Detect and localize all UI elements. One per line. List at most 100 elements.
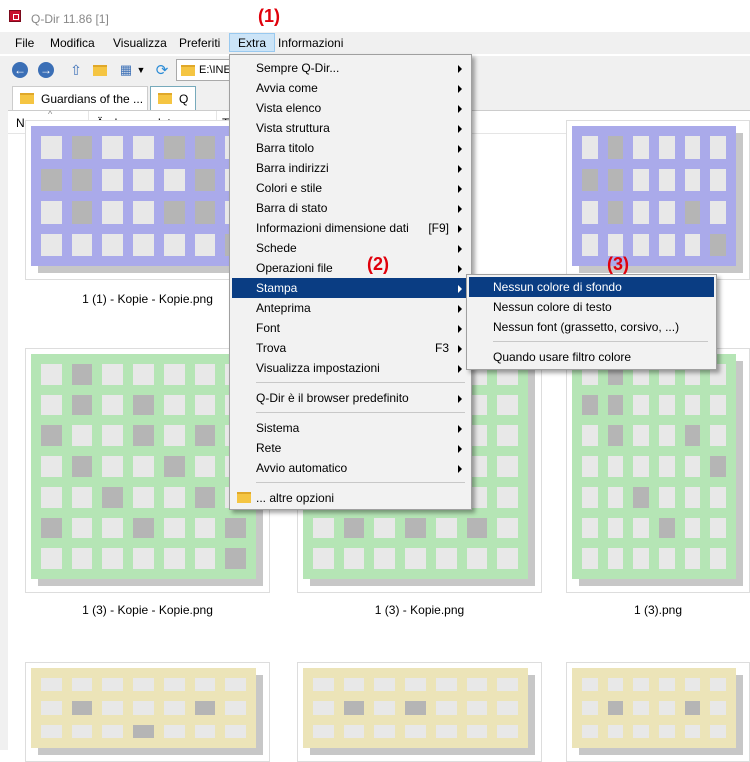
view-dropdown-button[interactable]: ▼: [134, 60, 148, 80]
file-tile[interactable]: [297, 662, 542, 762]
thumbnail-cell: [684, 724, 701, 738]
forward-button[interactable]: →: [36, 60, 56, 80]
thumbnail-cell: [710, 701, 726, 715]
menu-item-schede[interactable]: Schede: [232, 238, 469, 258]
thumbnail-cell: [163, 486, 185, 508]
thumbnail-image: [572, 354, 736, 579]
menu-item-operazioni-file[interactable]: Operazioni file: [232, 258, 469, 278]
thumbnail-cell: [374, 701, 396, 715]
menu-item-barra-titolo[interactable]: Barra titolo: [232, 138, 469, 158]
menu-item-barra-indirizzi[interactable]: Barra indirizzi: [232, 158, 469, 178]
submenu-arrow-icon: [458, 225, 462, 233]
menu-file[interactable]: File: [15, 36, 34, 50]
thumbnail-cell: [194, 548, 216, 569]
file-tile[interactable]: [566, 662, 750, 762]
menu-item-barra-di-stato[interactable]: Barra di stato: [232, 198, 469, 218]
thumbnail-cell: [194, 201, 216, 224]
thumbnail-cell: [194, 168, 216, 191]
submenu-item-quando-usare-filtro-colore[interactable]: Quando usare filtro colore: [469, 347, 714, 367]
menu-item-vista-struttura[interactable]: Vista struttura: [232, 118, 469, 138]
thumbnail-cell: [194, 486, 216, 508]
thumbnail-cell: [582, 548, 598, 569]
extra-dropdown-menu: Sempre Q-Dir... Avvia come Vista elenco Vis…: [229, 54, 472, 510]
submenu-arrow-icon: [458, 105, 462, 113]
menu-item-sistema[interactable]: Sistema: [232, 418, 469, 438]
menu-item-label: Nessun colore di testo: [493, 300, 612, 314]
menu-item-rete[interactable]: Rete: [232, 438, 469, 458]
address-bar[interactable]: E:\INE: [176, 59, 236, 81]
submenu-arrow-icon: [458, 205, 462, 213]
thumbnail-cell: [607, 548, 624, 569]
menu-item-vista-elenco[interactable]: Vista elenco: [232, 98, 469, 118]
thumbnail-cell: [582, 394, 598, 416]
menu-item-colori-e-stile[interactable]: Colori e stile: [232, 178, 469, 198]
menu-item-avvia-come[interactable]: Avvia come: [232, 78, 469, 98]
submenu-item-nessun-colore-di-sfondo[interactable]: Nessun colore di sfondo: [469, 277, 714, 297]
file-tile[interactable]: [25, 662, 270, 762]
file-tile[interactable]: [566, 120, 750, 280]
thumbnail-cell: [684, 701, 701, 715]
submenu-item-nessun-font-grassetto-corsivo[interactable]: Nessun font (grassetto, corsivo, ...): [469, 317, 714, 337]
menu-item-q-dir-il-browser-predefinito[interactable]: Q-Dir è il browser predefinito: [232, 388, 469, 408]
thumbnail-cell: [102, 394, 124, 416]
file-tile[interactable]: [566, 348, 750, 593]
thumbnail-image: [572, 126, 736, 266]
thumbnail-cell: [41, 364, 62, 385]
menu-item-informazioni-dimensione-dati[interactable]: Informazioni dimensione dati [F9]: [232, 218, 469, 238]
thumbnail-cell: [71, 701, 93, 715]
tab-q[interactable]: Q: [150, 86, 196, 110]
thumbnail-cell: [497, 724, 518, 738]
thumbnail-cell: [405, 724, 426, 738]
address-input[interactable]: E:\INE: [199, 64, 231, 76]
menu-visualizza[interactable]: Visualizza: [113, 36, 167, 50]
menu-separator: [256, 412, 465, 413]
stampa-submenu: Nessun colore di sfondo Nessun colore di …: [466, 274, 717, 370]
thumbnail-cell: [497, 425, 518, 447]
menu-informazioni[interactable]: Informazioni: [278, 36, 343, 50]
thumbnail-cell: [607, 233, 624, 256]
view-mode-button[interactable]: ▦: [116, 60, 136, 80]
menu-modifica[interactable]: Modifica: [50, 36, 95, 50]
thumbnail-cell: [163, 425, 185, 447]
tab-guardians[interactable]: Guardians of the ...: [12, 86, 148, 110]
back-button[interactable]: ←: [10, 60, 30, 80]
menu-item-anteprima[interactable]: Anteprima: [232, 298, 469, 318]
thumbnail-cell: [343, 701, 365, 715]
menu-item-visualizza-impostazioni[interactable]: Visualizza impostazioni: [232, 358, 469, 378]
new-folder-button[interactable]: [90, 60, 110, 80]
refresh-icon: ⟳: [155, 62, 169, 79]
thumbnail-cell: [659, 678, 675, 692]
thumbnail-cell: [41, 724, 62, 738]
menu-preferiti[interactable]: Preferiti: [179, 36, 220, 50]
menu-extra[interactable]: Extra: [229, 33, 276, 52]
up-folder-button[interactable]: ⇧: [66, 60, 86, 80]
menu-item-label: Q-Dir è il browser predefinito: [256, 391, 409, 405]
thumbnail-cell: [41, 701, 62, 715]
menu-item-stampa[interactable]: Stampa: [232, 278, 469, 298]
menu-item-trova[interactable]: Trova F3: [232, 338, 469, 358]
submenu-item-nessun-colore-di-testo[interactable]: Nessun colore di testo: [469, 297, 714, 317]
menu-item-font[interactable]: Font: [232, 318, 469, 338]
submenu-arrow-icon: [458, 125, 462, 133]
thumbnail-cell: [582, 168, 598, 191]
thumbnail-cell: [684, 425, 701, 447]
thumbnail-cell: [163, 233, 185, 256]
menu-separator: [256, 482, 465, 483]
file-name-label[interactable]: 1 (3).png: [523, 603, 750, 617]
submenu-arrow-icon: [458, 245, 462, 253]
submenu-arrow-icon: [458, 145, 462, 153]
thumbnail-cell: [659, 486, 675, 508]
refresh-button[interactable]: ⟳: [152, 60, 172, 80]
thumbnail-cell: [374, 517, 396, 539]
thumbnail-cell: [582, 517, 598, 539]
thumbnail-cell: [163, 136, 185, 159]
thumbnail-cell: [684, 548, 701, 569]
thumbnail-cell: [607, 168, 624, 191]
thumbnail-cell: [405, 548, 426, 569]
file-name-label[interactable]: 1 (3) - Kopie.png: [285, 603, 555, 617]
menu-item-avvio-automatico[interactable]: Avvio automatico: [232, 458, 469, 478]
menu-item-sempre-q-dir[interactable]: Sempre Q-Dir...: [232, 58, 469, 78]
menu-item-altre-opzioni[interactable]: ... altre opzioni: [232, 488, 469, 508]
file-name-label[interactable]: 1 (3) - Kopie - Kopie.png: [13, 603, 283, 617]
thumbnail-image: [31, 126, 256, 266]
